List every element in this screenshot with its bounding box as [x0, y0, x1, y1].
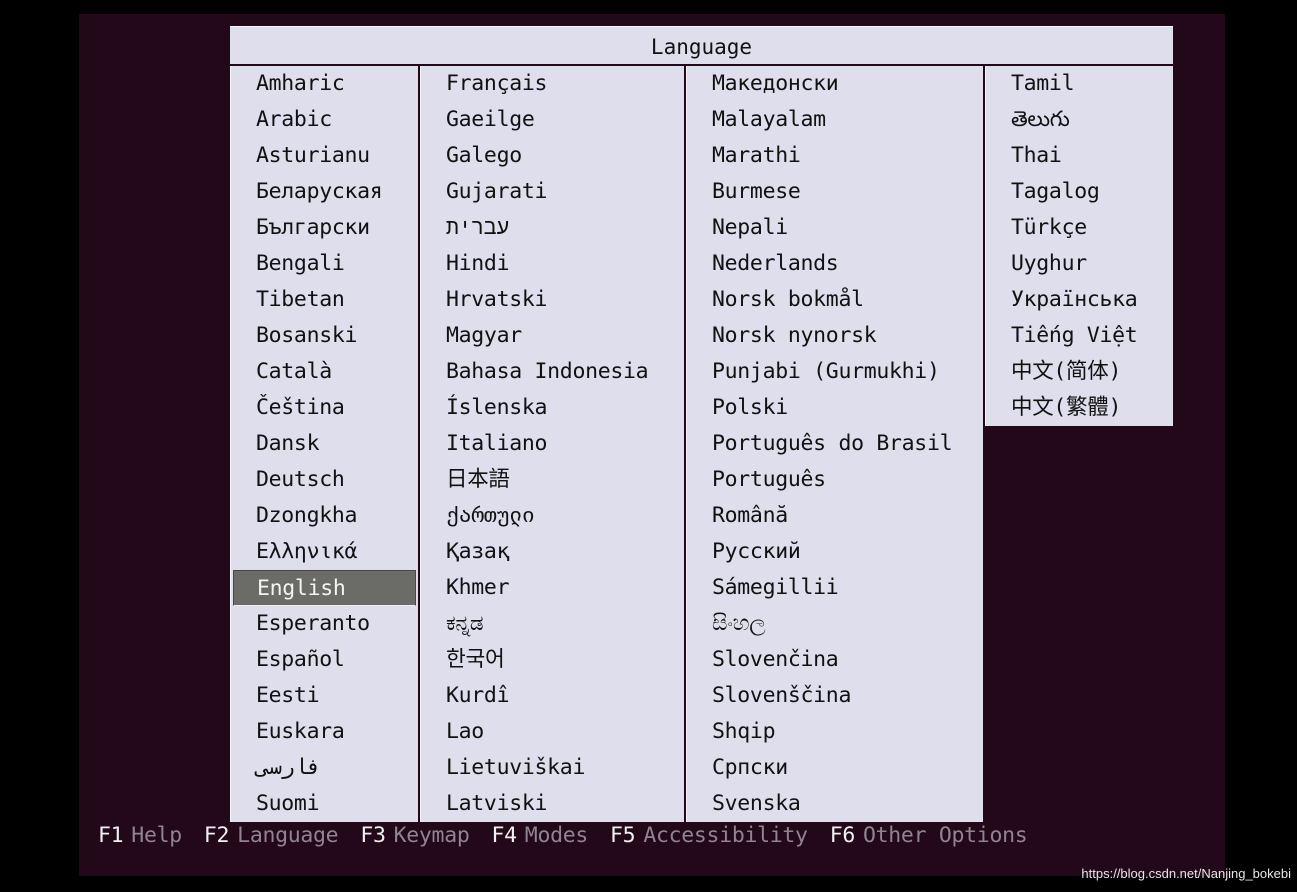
language-option[interactable]: Eesti — [231, 678, 418, 714]
function-key-label: F3 — [360, 823, 386, 848]
language-option[interactable]: Arabic — [231, 102, 418, 138]
language-option[interactable]: Italiano — [421, 426, 684, 462]
function-key-label: F5 — [610, 823, 636, 848]
function-key-action: Language — [237, 823, 339, 848]
language-option[interactable]: Íslenska — [421, 390, 684, 426]
function-key-action: Keymap — [393, 823, 470, 848]
language-option[interactable]: Čeština — [231, 390, 418, 426]
language-option[interactable]: Punjabi (Gurmukhi) — [687, 354, 983, 390]
function-key-f2[interactable]: F2 Language — [203, 823, 339, 848]
language-option[interactable]: Deutsch — [231, 462, 418, 498]
language-column-2: Français Gaeilge Galego Gujarati עברית Hindi H… — [420, 66, 684, 822]
function-key-f1[interactable]: F1 Help — [98, 823, 182, 848]
function-key-f5[interactable]: F5 Accessibility — [610, 823, 808, 848]
language-option[interactable]: Bosanski — [231, 318, 418, 354]
language-option[interactable]: Asturianu — [231, 138, 418, 174]
function-key-f6[interactable]: F6 Other Options — [830, 823, 1028, 848]
language-option[interactable]: Galego — [421, 138, 684, 174]
language-column-4: Tamil తెలుగు Thai Tagalog Türkçe Uyghur Україн… — [985, 66, 1173, 426]
language-option[interactable]: Español — [231, 642, 418, 678]
function-key-action: Modes — [524, 823, 589, 848]
language-option[interactable]: Norsk nynorsk — [687, 318, 983, 354]
language-option[interactable]: Tibetan — [231, 282, 418, 318]
language-option[interactable]: 日本語 — [421, 462, 684, 498]
language-option[interactable]: Kurdî — [421, 678, 684, 714]
language-option[interactable]: Dzongkha — [231, 498, 418, 534]
language-option[interactable]: Nederlands — [687, 246, 983, 282]
language-column-1: Amharic Arabic Asturianu Беларуская Българск… — [230, 66, 418, 822]
language-option[interactable]: Українська — [986, 282, 1173, 318]
language-option[interactable]: Esperanto — [231, 606, 418, 642]
language-option[interactable]: Hindi — [421, 246, 684, 282]
watermark: https://blog.csdn.net/Nanjing_bokebi — [1081, 866, 1291, 881]
language-option-selected[interactable]: English — [233, 570, 416, 606]
function-key-action: Accessibility — [643, 823, 808, 848]
function-key-label: F1 — [98, 823, 124, 848]
language-option[interactable]: Slovenščina — [687, 678, 983, 714]
language-option[interactable]: Uyghur — [986, 246, 1173, 282]
language-column-3: Македонски Malayalam Marathi Burmese Nepali N… — [686, 66, 983, 822]
language-option[interactable]: Türkçe — [986, 210, 1173, 246]
language-option[interactable]: Suomi — [231, 786, 418, 822]
language-option[interactable]: Shqip — [687, 714, 983, 750]
language-option[interactable]: 中文(繁體) — [986, 390, 1173, 426]
language-option[interactable]: Marathi — [687, 138, 983, 174]
language-option[interactable]: עברית — [421, 210, 684, 246]
function-key-f3[interactable]: F3 Keymap — [360, 823, 469, 848]
language-option[interactable]: Bengali — [231, 246, 418, 282]
language-option[interactable]: Română — [687, 498, 983, 534]
language-option[interactable]: 中文(简体) — [986, 354, 1173, 390]
language-option[interactable]: Hrvatski — [421, 282, 684, 318]
language-option[interactable]: Sámegillii — [687, 570, 983, 606]
function-key-label: F4 — [491, 823, 518, 848]
language-option[interactable]: Lietuviškai — [421, 750, 684, 786]
language-option[interactable]: Latviski — [421, 786, 684, 822]
language-option[interactable]: తెలుగు — [986, 102, 1173, 138]
language-option[interactable]: Gujarati — [421, 174, 684, 210]
function-key-action: Help — [131, 823, 182, 848]
language-option[interactable]: Norsk bokmål — [687, 282, 983, 318]
language-option[interactable]: Burmese — [687, 174, 983, 210]
language-option[interactable]: Қазақ — [421, 534, 684, 570]
language-option[interactable]: Български — [231, 210, 418, 246]
language-option[interactable]: Tiếng Việt — [986, 318, 1173, 354]
language-option[interactable]: Lao — [421, 714, 684, 750]
language-option[interactable]: ქართული — [421, 498, 684, 534]
function-key-label: F2 — [203, 823, 230, 848]
language-option[interactable]: Dansk — [231, 426, 418, 462]
language-option[interactable]: Magyar — [421, 318, 684, 354]
menu-title: Language — [230, 26, 1173, 64]
language-option[interactable]: Euskara — [231, 714, 418, 750]
language-option[interactable]: Português do Brasil — [687, 426, 983, 462]
language-option[interactable]: Русский — [687, 534, 983, 570]
language-option[interactable]: Slovenčina — [687, 642, 983, 678]
function-key-label: F6 — [829, 823, 856, 848]
language-option[interactable]: Malayalam — [687, 102, 983, 138]
language-option[interactable]: 한국어 — [421, 642, 684, 678]
language-option[interactable]: සිංහල — [687, 606, 983, 642]
language-option[interactable]: Thai — [986, 138, 1173, 174]
language-option[interactable]: Polski — [687, 390, 983, 426]
language-option[interactable]: Nepali — [687, 210, 983, 246]
language-option[interactable]: فارسی — [231, 750, 418, 786]
language-option[interactable]: Беларуская — [231, 174, 418, 210]
language-option[interactable]: Bahasa Indonesia — [421, 354, 684, 390]
language-option[interactable]: Македонски — [687, 66, 983, 102]
language-option[interactable]: ಕನ್ನಡ — [421, 606, 684, 642]
language-option[interactable]: Amharic — [231, 66, 418, 102]
language-option[interactable]: Català — [231, 354, 418, 390]
language-option[interactable]: Ελληνικά — [231, 534, 418, 570]
language-option[interactable]: Српски — [687, 750, 983, 786]
language-option[interactable]: Tagalog — [986, 174, 1173, 210]
language-option[interactable]: Tamil — [986, 66, 1173, 102]
language-option[interactable]: Français — [421, 66, 684, 102]
language-option[interactable]: Khmer — [421, 570, 684, 606]
language-option[interactable]: Svenska — [687, 786, 983, 822]
function-key-f4[interactable]: F4 Modes — [492, 823, 589, 848]
language-option[interactable]: Português — [687, 462, 983, 498]
language-option[interactable]: Gaeilge — [421, 102, 684, 138]
function-key-bar: F1 Help F2 Language F3 Keymap F4 Modes F5 Accessi… — [98, 823, 1049, 848]
function-key-action: Other Options — [863, 823, 1028, 848]
